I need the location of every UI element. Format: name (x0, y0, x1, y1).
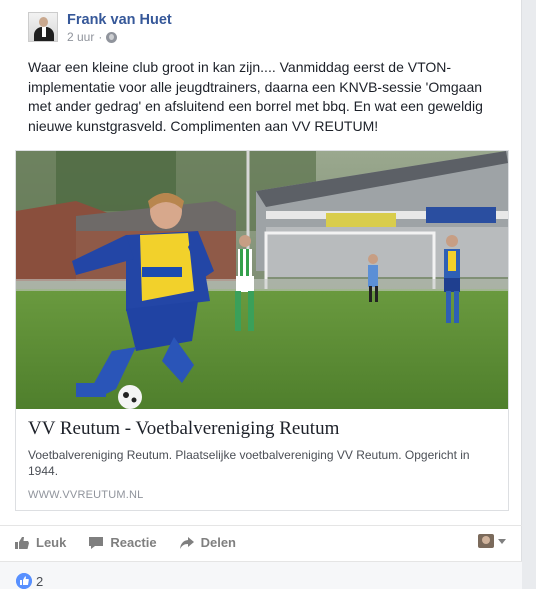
author-avatar[interactable] (28, 12, 58, 42)
meta-separator: · (98, 30, 103, 44)
caret-down-icon (498, 538, 506, 544)
like-label: Leuk (36, 535, 67, 550)
link-preview-card[interactable]: VV Reutum - Voetbalvereniging Reutum Voe… (15, 150, 509, 511)
post-actions-bar: Leuk Reactie Delen (0, 525, 522, 559)
globe-icon[interactable] (106, 31, 118, 43)
comment-icon (89, 536, 104, 549)
author-name[interactable]: Frank van Huet (67, 11, 172, 29)
reactions-summary: 2 (0, 561, 522, 589)
link-domain: WWW.VVREUTUM.NL (28, 489, 144, 501)
comment-label: Reactie (110, 535, 157, 550)
post-timestamp[interactable]: 2 uur (67, 30, 94, 44)
post-meta: Frank van Huet 2 uur · (67, 12, 172, 48)
link-preview-body: VV Reutum - Voetbalvereniging Reutum Voe… (28, 417, 498, 501)
link-description: Voetbalvereniging Reutum. Plaatselijke v… (28, 448, 470, 478)
share-arrow-icon (179, 536, 194, 549)
share-label: Delen (200, 535, 236, 550)
timestamp-row: 2 uur · (67, 30, 172, 44)
link-preview-image[interactable] (16, 151, 508, 409)
thumbs-up-icon (15, 536, 29, 549)
post-card: Frank van Huet 2 uur · Waar een kleine c… (0, 0, 522, 589)
link-title[interactable]: VV Reutum - Voetbalvereniging Reutum (28, 417, 498, 441)
post-as-selector[interactable] (478, 534, 506, 548)
post-text: Waar een kleine club groot in kan zijn..… (28, 59, 483, 134)
current-user-avatar (478, 534, 494, 548)
comment-button[interactable]: Reactie (88, 535, 157, 550)
share-button[interactable]: Delen (179, 535, 236, 550)
like-count[interactable]: 2 (36, 574, 43, 589)
post-header: Frank van Huet 2 uur · (28, 12, 172, 48)
page-background (522, 0, 536, 589)
like-reaction-icon[interactable] (16, 573, 32, 589)
like-button[interactable]: Leuk (14, 535, 66, 550)
